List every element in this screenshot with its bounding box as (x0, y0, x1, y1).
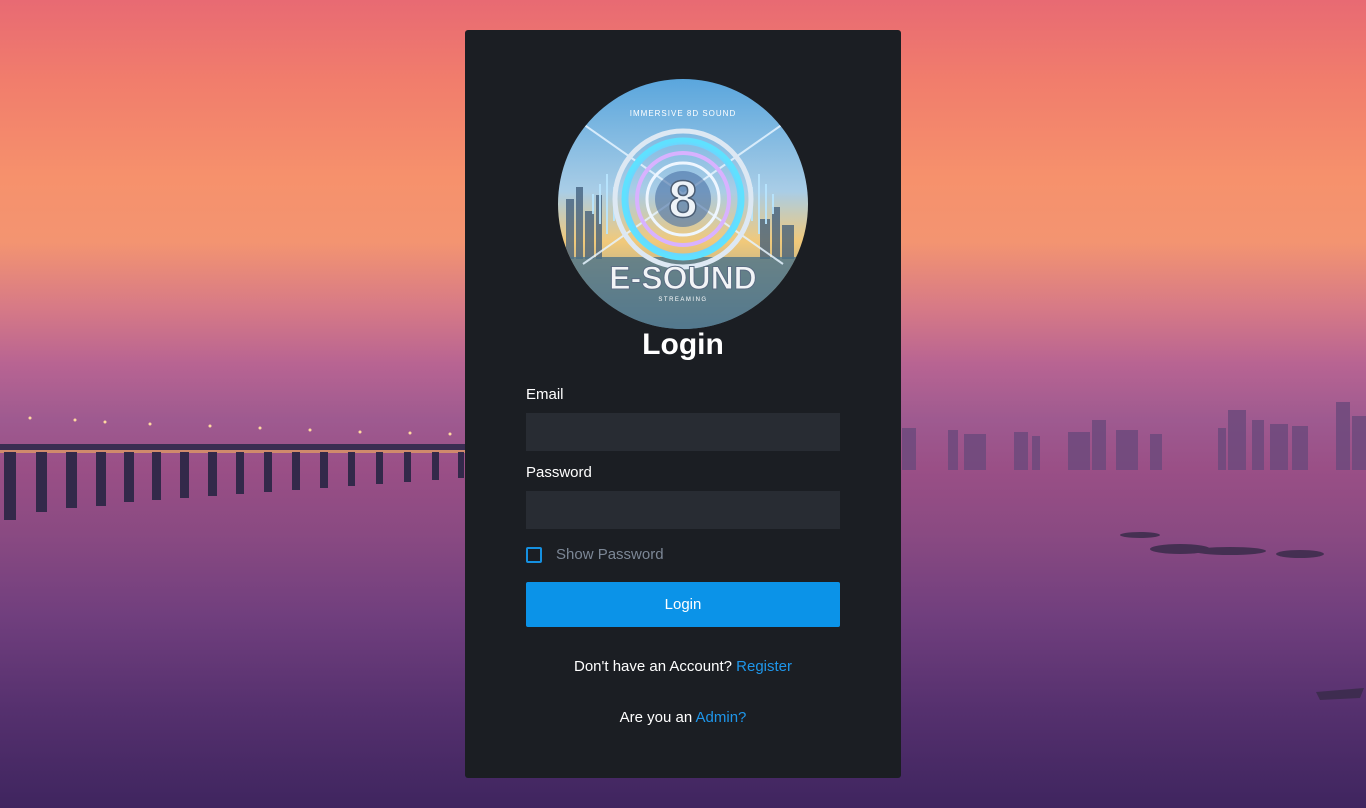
logo-top-text: IMMERSIVE 8D SOUND (630, 109, 736, 118)
city-skyline (902, 402, 1366, 470)
e-sound-logo: IMMERSIVE 8D SOUND 8 E-SOUND STREAMING (558, 79, 808, 329)
password-field[interactable] (526, 491, 840, 529)
logo-brand-text: E-SOUND (609, 260, 757, 296)
logo-sub-text: STREAMING (658, 297, 707, 303)
admin-prompt-line: Are you an Admin? (465, 709, 901, 726)
admin-prompt-text: Are you an (619, 709, 696, 726)
show-password-label[interactable]: Show Password (556, 546, 664, 563)
show-password-checkbox[interactable] (526, 547, 542, 563)
admin-link[interactable]: Admin? (696, 709, 747, 726)
register-link[interactable]: Register (736, 658, 792, 675)
register-prompt-text: Don't have an Account? (573, 658, 732, 675)
login-card: IMMERSIVE 8D SOUND 8 E-SOUND STREAMING L… (465, 30, 901, 778)
email-label: Email (526, 386, 564, 403)
page-title: Login (642, 328, 724, 361)
bridge-silhouette (0, 416, 466, 520)
email-field[interactable] (526, 413, 840, 451)
register-prompt-line: Don't have an Account? Register (465, 658, 901, 675)
password-label: Password (526, 464, 592, 481)
logo-numeral: 8 (669, 171, 698, 229)
login-button[interactable]: Login (526, 582, 840, 627)
rocks-and-boat (1120, 532, 1364, 700)
